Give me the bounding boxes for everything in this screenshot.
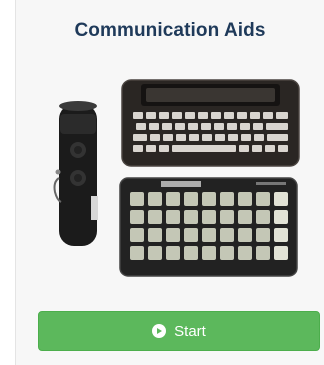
play-circle-icon [152, 324, 167, 338]
grid-board-device-icon [119, 177, 298, 277]
card-title: Communication Aids [74, 20, 266, 41]
start-button[interactable]: Start [38, 311, 320, 351]
handheld-device-icon [53, 101, 98, 246]
communication-devices-image [53, 79, 300, 277]
start-button-label: Start [174, 322, 206, 340]
keyboard-device-icon [121, 79, 300, 167]
communication-aids-card: Communication Aids Start [15, 0, 324, 365]
